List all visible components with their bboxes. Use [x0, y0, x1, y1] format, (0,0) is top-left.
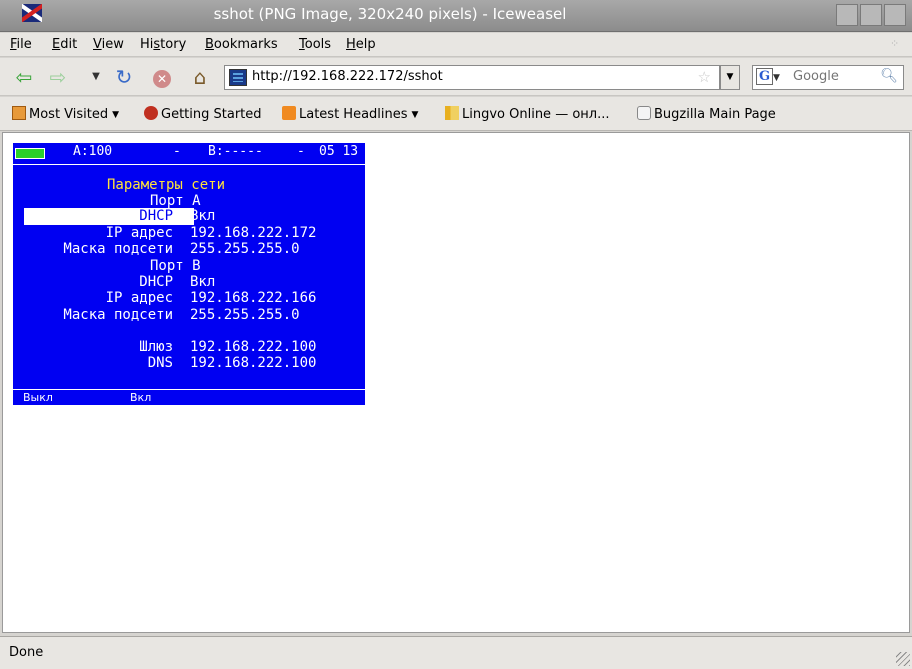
menu-history[interactable]: History [140, 37, 186, 52]
port-b-mask-value: 255.255.255.0 [190, 307, 300, 323]
url-history-dropdown-icon[interactable]: ▼ [720, 65, 740, 90]
chevron-down-icon: ▼ [773, 73, 780, 83]
bookmark-lingvo[interactable]: Lingvo Online — онл... [445, 106, 609, 122]
port-a-dhcp-value: Вкл [190, 208, 216, 224]
page-icon [637, 106, 651, 120]
port-b-ip-value: 192.168.222.166 [190, 290, 317, 306]
port-b-dhcp-label: DHCP [139, 274, 173, 290]
search-icon[interactable]: 🔍︎ [880, 68, 898, 84]
device-screenshot: A:100 - B:----- - 05 13 Параметры сети П… [13, 143, 365, 405]
firefox-icon [144, 106, 158, 120]
reload-icon[interactable]: ↻ [112, 66, 136, 88]
bookmark-star-icon[interactable]: ☆ [698, 68, 711, 86]
minimize-button[interactable] [836, 4, 858, 26]
window-titlebar: sshot (PNG Image, 320x240 pixels) - Icew… [0, 0, 912, 32]
url-input[interactable] [252, 69, 672, 84]
menu-file[interactable]: File [10, 37, 32, 52]
url-bar[interactable]: ☆ [224, 65, 720, 90]
close-button[interactable] [884, 4, 906, 26]
menu-bar: File Edit View History Bookmarks Tools H… [0, 33, 912, 57]
search-engine-selector[interactable]: G ▼ [756, 68, 788, 87]
menu-bookmarks[interactable]: Bookmarks [205, 37, 278, 52]
gateway-label: Шлюз [139, 339, 173, 355]
divider [13, 164, 365, 165]
home-icon[interactable]: ⌂ [188, 66, 212, 88]
site-favicon-icon [229, 69, 247, 86]
maximize-button[interactable] [860, 4, 882, 26]
resize-grip-icon[interactable] [896, 652, 910, 666]
gateway-value: 192.168.222.100 [190, 339, 317, 355]
status-text: Done [9, 645, 44, 660]
lingvo-icon [445, 106, 459, 120]
port-b-dhcp-value: Вкл [190, 274, 216, 290]
chevron-down-icon: ▼ [112, 110, 120, 120]
history-dropdown-icon[interactable]: ▼ [84, 66, 108, 88]
back-arrow-icon[interactable]: ⇦ [12, 66, 36, 88]
status-port-a: A:100 [73, 144, 113, 159]
chevron-down-icon: ▼ [411, 110, 419, 120]
navigation-toolbar: ⇦ ⇨ ▼ ↻ ✕ ⌂ ☆ ▼ G▼ 🔍︎ [0, 58, 912, 96]
status-bar: Done [0, 636, 912, 669]
port-b-ip-label: IP адрес [105, 290, 173, 306]
divider [13, 389, 365, 390]
rss-icon [282, 106, 296, 120]
status-port-b: B:----- [208, 144, 263, 159]
bookmark-most-visited[interactable]: Most Visited ▼ [12, 106, 119, 122]
softkey-off: Выкл [23, 391, 53, 404]
google-icon: G [756, 68, 773, 85]
folder-icon [12, 106, 26, 120]
softkey-on: Вкл [130, 391, 152, 404]
forward-arrow-icon[interactable]: ⇨ [46, 66, 70, 88]
status-separator: - [297, 144, 305, 159]
bookmark-latest-headlines[interactable]: Latest Headlines ▼ [282, 106, 418, 122]
search-input[interactable] [793, 69, 879, 84]
dns-label: DNS [147, 355, 173, 371]
port-a-ip-label: IP адрес [105, 225, 173, 241]
menu-view[interactable]: View [93, 37, 124, 52]
status-time: 05 13 [319, 144, 359, 159]
status-separator: - [173, 144, 181, 159]
port-b-heading: Порт B [150, 258, 201, 274]
port-b-mask-label: Маска подсети [63, 307, 173, 323]
stop-icon[interactable]: ✕ [150, 66, 174, 88]
window-title: sshot (PNG Image, 320x240 pixels) - Icew… [213, 5, 567, 23]
port-a-ip-value: 192.168.222.172 [190, 225, 317, 241]
throbber-icon: ⁘ [890, 37, 900, 50]
menu-tools[interactable]: Tools [299, 37, 331, 52]
dns-value: 192.168.222.100 [190, 355, 317, 371]
search-bar[interactable]: G▼ 🔍︎ [752, 65, 904, 90]
screen-title: Параметры сети [107, 177, 226, 193]
port-a-mask-value: 255.255.255.0 [190, 241, 300, 257]
port-a-dhcp-label: DHCP [139, 208, 173, 224]
battery-icon [15, 148, 45, 159]
port-a-mask-label: Маска подсети [63, 241, 173, 257]
bookmarks-toolbar: Most Visited ▼ Getting Started Latest Hea… [0, 97, 912, 131]
port-a-heading: Порт A [150, 193, 201, 209]
menu-help[interactable]: Help [346, 37, 376, 52]
menu-edit[interactable]: Edit [52, 37, 77, 52]
bookmark-getting-started[interactable]: Getting Started [144, 106, 262, 122]
bookmark-bugzilla[interactable]: Bugzilla Main Page [637, 106, 776, 122]
